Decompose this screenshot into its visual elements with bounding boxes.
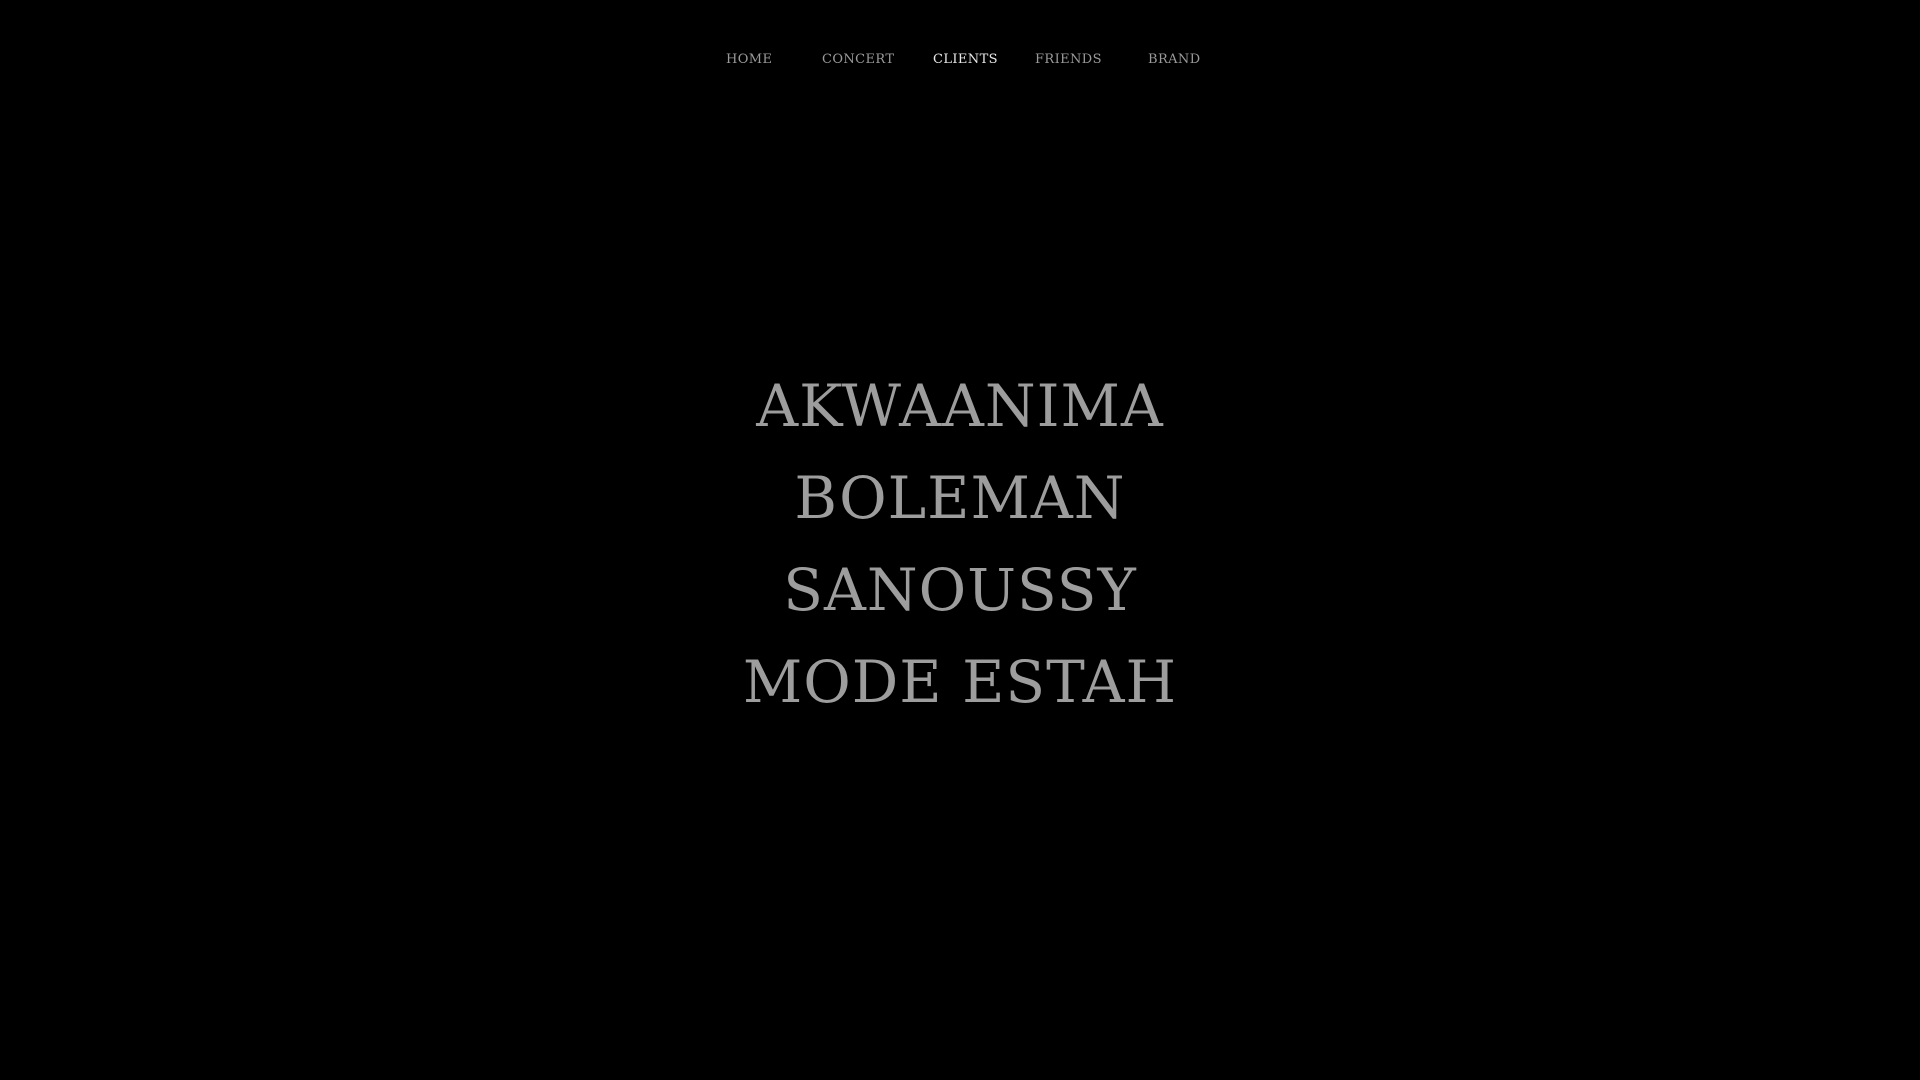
client-akwaanima[interactable]: AKWAANIMA bbox=[0, 360, 1920, 452]
nav-concert-link[interactable]: CONCERT bbox=[822, 52, 894, 67]
client-mode-estah[interactable]: MODE ESTAH bbox=[0, 636, 1920, 728]
nav-home-link[interactable]: HOME bbox=[726, 52, 772, 67]
client-sanoussy[interactable]: SANOUSSY bbox=[0, 544, 1920, 636]
client-boleman[interactable]: BOLEMAN bbox=[0, 452, 1920, 544]
client-list: AKWAANIMA BOLEMAN SANOUSSY MODE ESTAH bbox=[0, 360, 1920, 728]
nav-brand-link[interactable]: BRAND bbox=[1148, 52, 1201, 67]
top-navigation: HOME CONCERT CLIENTS FRIENDS BRAND bbox=[0, 52, 1920, 72]
nav-friends-link[interactable]: FRIENDS bbox=[1035, 52, 1102, 67]
nav-clients-link[interactable]: CLIENTS bbox=[933, 52, 998, 67]
